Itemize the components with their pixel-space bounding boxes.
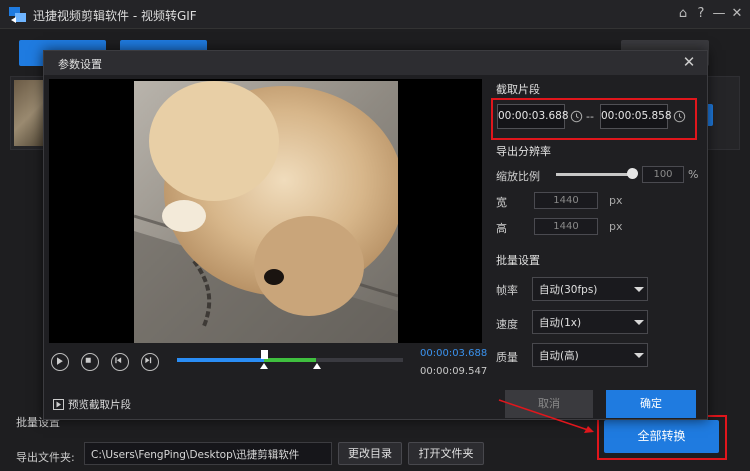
quality-label: 质量 [496, 351, 518, 364]
annotation-arrow [498, 399, 594, 433]
preview-clip-label: 预览截取片段 [68, 399, 131, 411]
height-unit: px [609, 220, 623, 233]
width-input[interactable]: 1440 [534, 192, 598, 209]
fps-value: 自动(30fps) [539, 284, 598, 296]
height-input[interactable]: 1440 [534, 218, 598, 235]
stop-icon[interactable] [81, 353, 99, 371]
next-frame-icon[interactable] [141, 353, 159, 371]
clip-end-handle[interactable] [313, 363, 321, 369]
current-time: 00:00:03.688 [420, 348, 488, 359]
chevron-down-icon [634, 320, 644, 325]
convert-highlight-box [597, 415, 727, 460]
scale-input[interactable]: 100 [642, 166, 684, 183]
scale-slider[interactable] [556, 173, 633, 176]
speed-value: 自动(1x) [539, 317, 582, 329]
clip-start-handle[interactable] [260, 363, 268, 369]
height-label: 高 [496, 222, 507, 235]
quality-select[interactable]: 自动(高) [532, 343, 648, 367]
output-path-field[interactable]: C:\Users\FengPing\Desktop\迅捷剪辑软件 [84, 442, 332, 465]
open-folder-button[interactable]: 打开文件夹 [408, 442, 484, 465]
minimize-icon[interactable]: — [710, 5, 728, 23]
speed-label: 速度 [496, 318, 518, 331]
scale-slider-thumb[interactable] [627, 168, 638, 179]
preview-clip-toggle[interactable]: 预览截取片段 [53, 397, 131, 412]
change-dir-button[interactable]: 更改目录 [338, 442, 402, 465]
video-frame-image [134, 81, 398, 343]
video-preview [49, 79, 482, 343]
width-label: 宽 [496, 196, 507, 209]
clip-highlight-box [491, 98, 697, 140]
width-unit: px [609, 194, 623, 207]
dialog-title: 参数设置 [58, 58, 102, 71]
timeline-clip-range [264, 358, 316, 362]
app-title: 迅捷视频剪辑软件 - 视频转GIF [33, 9, 197, 23]
fps-label: 帧率 [496, 284, 518, 297]
playhead-handle[interactable] [261, 350, 268, 359]
resolution-section-title: 导出分辨率 [496, 145, 551, 158]
dialog-header [44, 51, 707, 75]
scale-label: 缩放比例 [496, 170, 540, 183]
speed-select[interactable]: 自动(1x) [532, 310, 648, 334]
parameter-dialog: 参数设置 ✕ 00:00:03.688 00:00:09.547 预览截取片段 … [43, 50, 708, 420]
preview-clip-icon [53, 399, 64, 410]
chevron-down-icon [634, 287, 644, 292]
help-icon[interactable]: ? [692, 5, 710, 23]
fps-select[interactable]: 自动(30fps) [532, 277, 648, 301]
home-icon[interactable]: ⌂ [674, 5, 692, 23]
total-time: 00:00:09.547 [420, 366, 488, 377]
prev-frame-icon[interactable] [111, 353, 129, 371]
timeline-played [177, 358, 264, 362]
app-logo-icon [9, 7, 26, 23]
quality-value: 自动(高) [539, 350, 579, 362]
ok-button[interactable]: 确定 [606, 390, 696, 418]
close-icon[interactable]: ✕ [680, 53, 698, 71]
chevron-down-icon [634, 353, 644, 358]
close-window-icon[interactable]: ✕ [728, 5, 746, 23]
output-folder-label: 导出文件夹: [16, 451, 75, 464]
clip-section-title: 截取片段 [496, 83, 540, 96]
batch-section-title: 批量设置 [496, 254, 540, 267]
play-icon[interactable] [51, 353, 69, 371]
scale-unit: % [688, 168, 699, 181]
